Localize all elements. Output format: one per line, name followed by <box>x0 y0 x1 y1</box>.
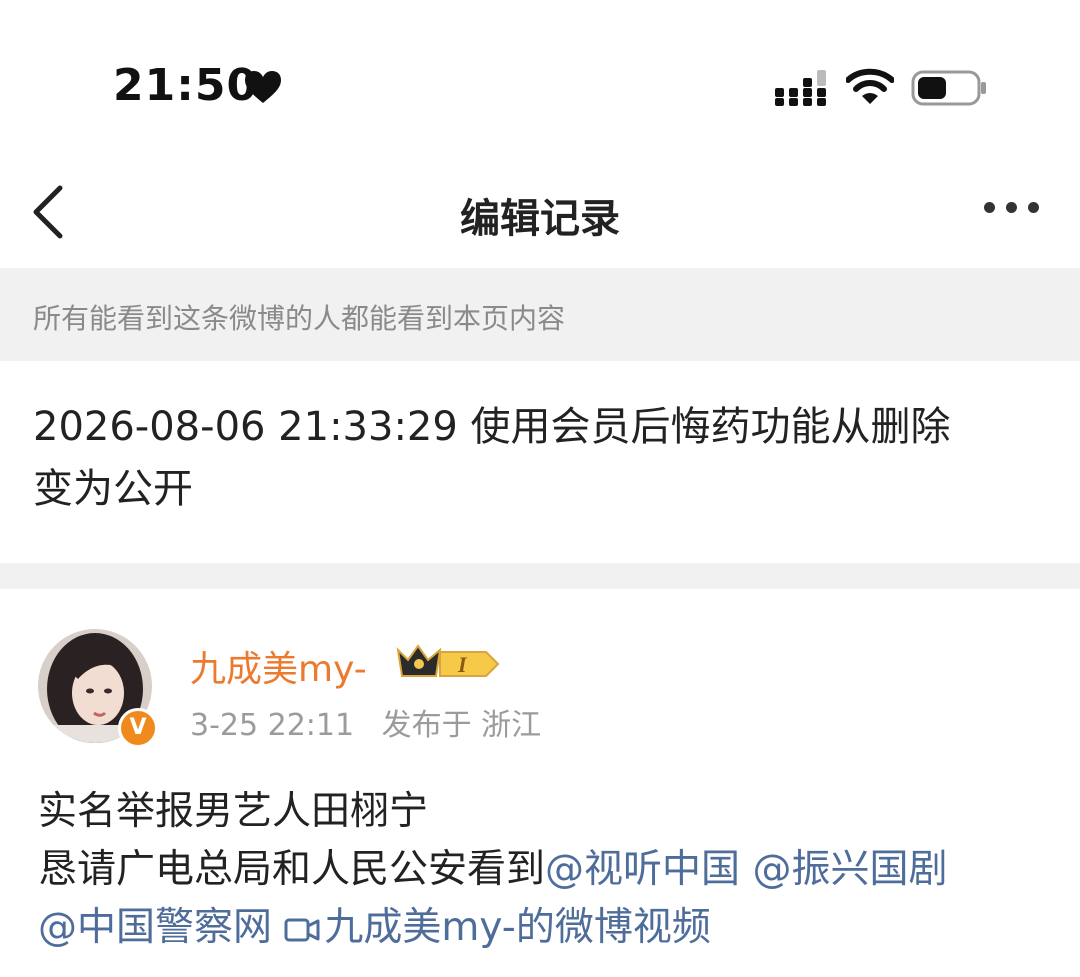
heart-icon <box>245 71 281 103</box>
more-icon[interactable] <box>982 202 1042 216</box>
video-link[interactable]: 九成美my-的微博视频 <box>284 905 711 950</box>
video-link-label: 九成美my-的微博视频 <box>324 905 711 950</box>
record-text-line2: 变为公开 <box>33 466 193 512</box>
post-line3: @中国警察网 九成美my-的微博视频 <box>38 899 1058 957</box>
post-line2-text: 恳请广电总局和人民公安看到 <box>38 847 546 892</box>
record-text-line1: 2026-08-06 21:33:29 使用会员后悔药功能从删除 <box>33 404 951 450</box>
post-location: 发布于 浙江 <box>381 708 542 743</box>
member-crown-icon[interactable]: I <box>396 642 500 682</box>
section-divider <box>0 563 1080 589</box>
visibility-notice: 所有能看到这条微博的人都能看到本页内容 <box>0 268 1080 361</box>
mention-link[interactable]: @视听中国 <box>545 847 740 892</box>
mention-link[interactable]: @中国警察网 <box>38 905 272 950</box>
member-level-label: I <box>457 652 468 677</box>
post-username[interactable]: 九成美my- <box>190 640 367 692</box>
video-icon <box>284 918 320 941</box>
post-content: 实名举报男艺人田栩宁 恳请广电总局和人民公安看到@视听中国 @振兴国剧 @中国警… <box>38 783 1058 957</box>
page-title: 编辑记录 <box>460 196 620 242</box>
mention-link[interactable]: @振兴国剧 <box>752 847 947 892</box>
status-bar: 21:50 <box>0 0 1080 160</box>
edit-record: 2026-08-06 21:33:29 使用会员后悔药功能从删除 变为公开 <box>33 396 1053 520</box>
status-time: 21:50 <box>113 60 259 111</box>
signal-icon <box>775 70 826 106</box>
wifi-icon <box>846 68 894 104</box>
battery-icon <box>911 70 986 106</box>
notice-text: 所有能看到这条微博的人都能看到本页内容 <box>33 302 566 335</box>
verified-badge: V <box>118 708 158 748</box>
post-time: 3-25 22:11 <box>190 708 355 743</box>
post-line2: 恳请广电总局和人民公安看到@视听中国 @振兴国剧 <box>38 841 1058 899</box>
post-meta: 3-25 22:11 发布于 浙江 <box>190 700 541 744</box>
post-line1: 实名举报男艺人田栩宁 <box>38 789 429 834</box>
nav-bar: 编辑记录 <box>0 160 1080 268</box>
